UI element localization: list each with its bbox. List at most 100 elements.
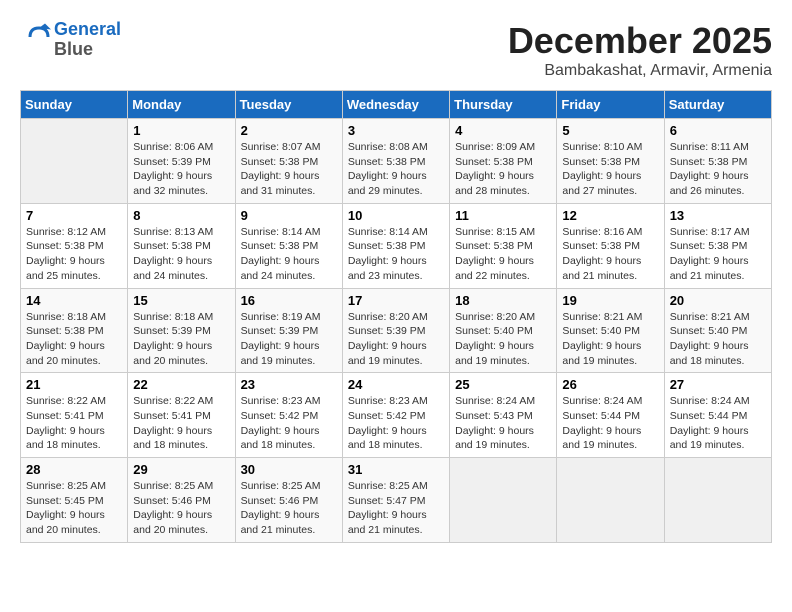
day-number: 22 [133,377,229,392]
day-info: Sunrise: 8:23 AMSunset: 5:42 PMDaylight:… [348,394,444,453]
calendar-day: 4 Sunrise: 8:09 AMSunset: 5:38 PMDaylight… [450,119,557,204]
calendar-day [21,119,128,204]
day-number: 17 [348,293,444,308]
logo-blue: Blue [54,39,93,59]
day-info: Sunrise: 8:08 AMSunset: 5:38 PMDaylight:… [348,140,444,199]
calendar-day: 1 Sunrise: 8:06 AMSunset: 5:39 PMDaylight… [128,119,235,204]
calendar-day: 10 Sunrise: 8:14 AMSunset: 5:38 PMDayligh… [342,203,449,288]
day-info: Sunrise: 8:24 AMSunset: 5:44 PMDaylight:… [562,394,658,453]
calendar-day: 17 Sunrise: 8:20 AMSunset: 5:39 PMDayligh… [342,288,449,373]
day-number: 26 [562,377,658,392]
day-info: Sunrise: 8:19 AMSunset: 5:39 PMDaylight:… [241,310,337,369]
calendar-day: 3Sunrise: 8:08 AMSunset: 5:38 PMDaylight… [342,119,449,204]
day-number: 11 [455,208,551,223]
day-number: 20 [670,293,766,308]
logo: General Blue [20,20,121,60]
day-info: Sunrise: 8:25 AMSunset: 5:46 PMDaylight:… [133,479,229,538]
day-header-saturday: Saturday [664,91,771,119]
day-number: 8 [133,208,229,223]
calendar-day: 5 Sunrise: 8:10 AMSunset: 5:38 PMDaylight… [557,119,664,204]
day-info: Sunrise: 8:20 AMSunset: 5:39 PMDaylight:… [348,310,444,369]
day-number: 25 [455,377,551,392]
calendar-day: 24Sunrise: 8:23 AMSunset: 5:42 PMDayligh… [342,373,449,458]
day-info: Sunrise: 8:25 AMSunset: 5:47 PMDaylight:… [348,479,444,538]
day-info: Sunrise: 8:25 AMSunset: 5:46 PMDaylight:… [241,479,337,538]
day-info: Sunrise: 8:24 AMSunset: 5:43 PMDaylight:… [455,394,551,453]
day-info: Sunrise: 8:11 AMSunset: 5:38 PMDaylight:… [670,140,766,199]
day-info: Sunrise: 8:07 AMSunset: 5:38 PMDaylight:… [241,140,337,199]
day-info: Sunrise: 8:10 AMSunset: 5:38 PMDaylight:… [562,140,658,199]
day-number: 4 [455,123,551,138]
day-info: Sunrise: 8:18 AMSunset: 5:38 PMDaylight:… [26,310,122,369]
calendar-day: 8 Sunrise: 8:13 AMSunset: 5:38 PMDaylight… [128,203,235,288]
calendar-day: 14 Sunrise: 8:18 AMSunset: 5:38 PMDayligh… [21,288,128,373]
day-header-monday: Monday [128,91,235,119]
logo-icon [24,22,54,52]
day-number: 27 [670,377,766,392]
logo-general: General [54,19,121,39]
day-number: 14 [26,293,122,308]
title-block: December 2025 Bambakashat, Armavir, Arme… [508,20,772,80]
day-info: Sunrise: 8:22 AMSunset: 5:41 PMDaylight:… [133,394,229,453]
day-number: 2 [241,123,337,138]
day-header-friday: Friday [557,91,664,119]
calendar-day: 27 Sunrise: 8:24 AMSunset: 5:44 PMDayligh… [664,373,771,458]
calendar-day: 11Sunrise: 8:15 AMSunset: 5:38 PMDayligh… [450,203,557,288]
calendar-day: 31Sunrise: 8:25 AMSunset: 5:47 PMDayligh… [342,458,449,543]
calendar-day: 26 Sunrise: 8:24 AMSunset: 5:44 PMDayligh… [557,373,664,458]
day-info: Sunrise: 8:09 AMSunset: 5:38 PMDaylight:… [455,140,551,199]
calendar-day: 19Sunrise: 8:21 AMSunset: 5:40 PMDayligh… [557,288,664,373]
day-number: 9 [241,208,337,223]
day-header-thursday: Thursday [450,91,557,119]
day-number: 23 [241,377,337,392]
calendar-day: 7 Sunrise: 8:12 AMSunset: 5:38 PMDaylight… [21,203,128,288]
calendar-table: SundayMondayTuesdayWednesdayThursdayFrid… [20,90,772,543]
day-number: 1 [133,123,229,138]
day-number: 7 [26,208,122,223]
day-info: Sunrise: 8:25 AMSunset: 5:45 PMDaylight:… [26,479,122,538]
calendar-day: 28 Sunrise: 8:25 AMSunset: 5:45 PMDayligh… [21,458,128,543]
calendar-day: 22 Sunrise: 8:22 AMSunset: 5:41 PMDayligh… [128,373,235,458]
day-info: Sunrise: 8:22 AMSunset: 5:41 PMDaylight:… [26,394,122,453]
calendar-day: 15 Sunrise: 8:18 AMSunset: 5:39 PMDayligh… [128,288,235,373]
calendar-day: 13Sunrise: 8:17 AMSunset: 5:38 PMDayligh… [664,203,771,288]
calendar-week-row: 28 Sunrise: 8:25 AMSunset: 5:45 PMDayligh… [21,458,772,543]
day-number: 16 [241,293,337,308]
day-info: Sunrise: 8:06 AMSunset: 5:39 PMDaylight:… [133,140,229,199]
calendar-day [557,458,664,543]
day-number: 6 [670,123,766,138]
day-info: Sunrise: 8:13 AMSunset: 5:38 PMDaylight:… [133,225,229,284]
day-number: 28 [26,462,122,477]
day-info: Sunrise: 8:18 AMSunset: 5:39 PMDaylight:… [133,310,229,369]
day-number: 30 [241,462,337,477]
day-info: Sunrise: 8:21 AMSunset: 5:40 PMDaylight:… [670,310,766,369]
day-info: Sunrise: 8:23 AMSunset: 5:42 PMDaylight:… [241,394,337,453]
day-number: 5 [562,123,658,138]
day-header-wednesday: Wednesday [342,91,449,119]
logo-text: General Blue [54,20,121,60]
calendar-day: 25 Sunrise: 8:24 AMSunset: 5:43 PMDayligh… [450,373,557,458]
day-number: 15 [133,293,229,308]
calendar-day: 18 Sunrise: 8:20 AMSunset: 5:40 PMDayligh… [450,288,557,373]
location-subtitle: Bambakashat, Armavir, Armenia [508,62,772,80]
calendar-day: 30 Sunrise: 8:25 AMSunset: 5:46 PMDayligh… [235,458,342,543]
calendar-day [450,458,557,543]
calendar-day: 23 Sunrise: 8:23 AMSunset: 5:42 PMDayligh… [235,373,342,458]
day-info: Sunrise: 8:14 AMSunset: 5:38 PMDaylight:… [348,225,444,284]
day-info: Sunrise: 8:17 AMSunset: 5:38 PMDaylight:… [670,225,766,284]
day-number: 10 [348,208,444,223]
month-title: December 2025 [508,20,772,62]
day-header-tuesday: Tuesday [235,91,342,119]
day-info: Sunrise: 8:20 AMSunset: 5:40 PMDaylight:… [455,310,551,369]
day-number: 18 [455,293,551,308]
calendar-day [664,458,771,543]
calendar-day: 20 Sunrise: 8:21 AMSunset: 5:40 PMDayligh… [664,288,771,373]
calendar-day: 6 Sunrise: 8:11 AMSunset: 5:38 PMDaylight… [664,119,771,204]
day-header-sunday: Sunday [21,91,128,119]
calendar-week-row: 7 Sunrise: 8:12 AMSunset: 5:38 PMDaylight… [21,203,772,288]
calendar-day: 16 Sunrise: 8:19 AMSunset: 5:39 PMDayligh… [235,288,342,373]
day-info: Sunrise: 8:24 AMSunset: 5:44 PMDaylight:… [670,394,766,453]
day-info: Sunrise: 8:12 AMSunset: 5:38 PMDaylight:… [26,225,122,284]
day-number: 21 [26,377,122,392]
calendar-day: 21 Sunrise: 8:22 AMSunset: 5:41 PMDayligh… [21,373,128,458]
